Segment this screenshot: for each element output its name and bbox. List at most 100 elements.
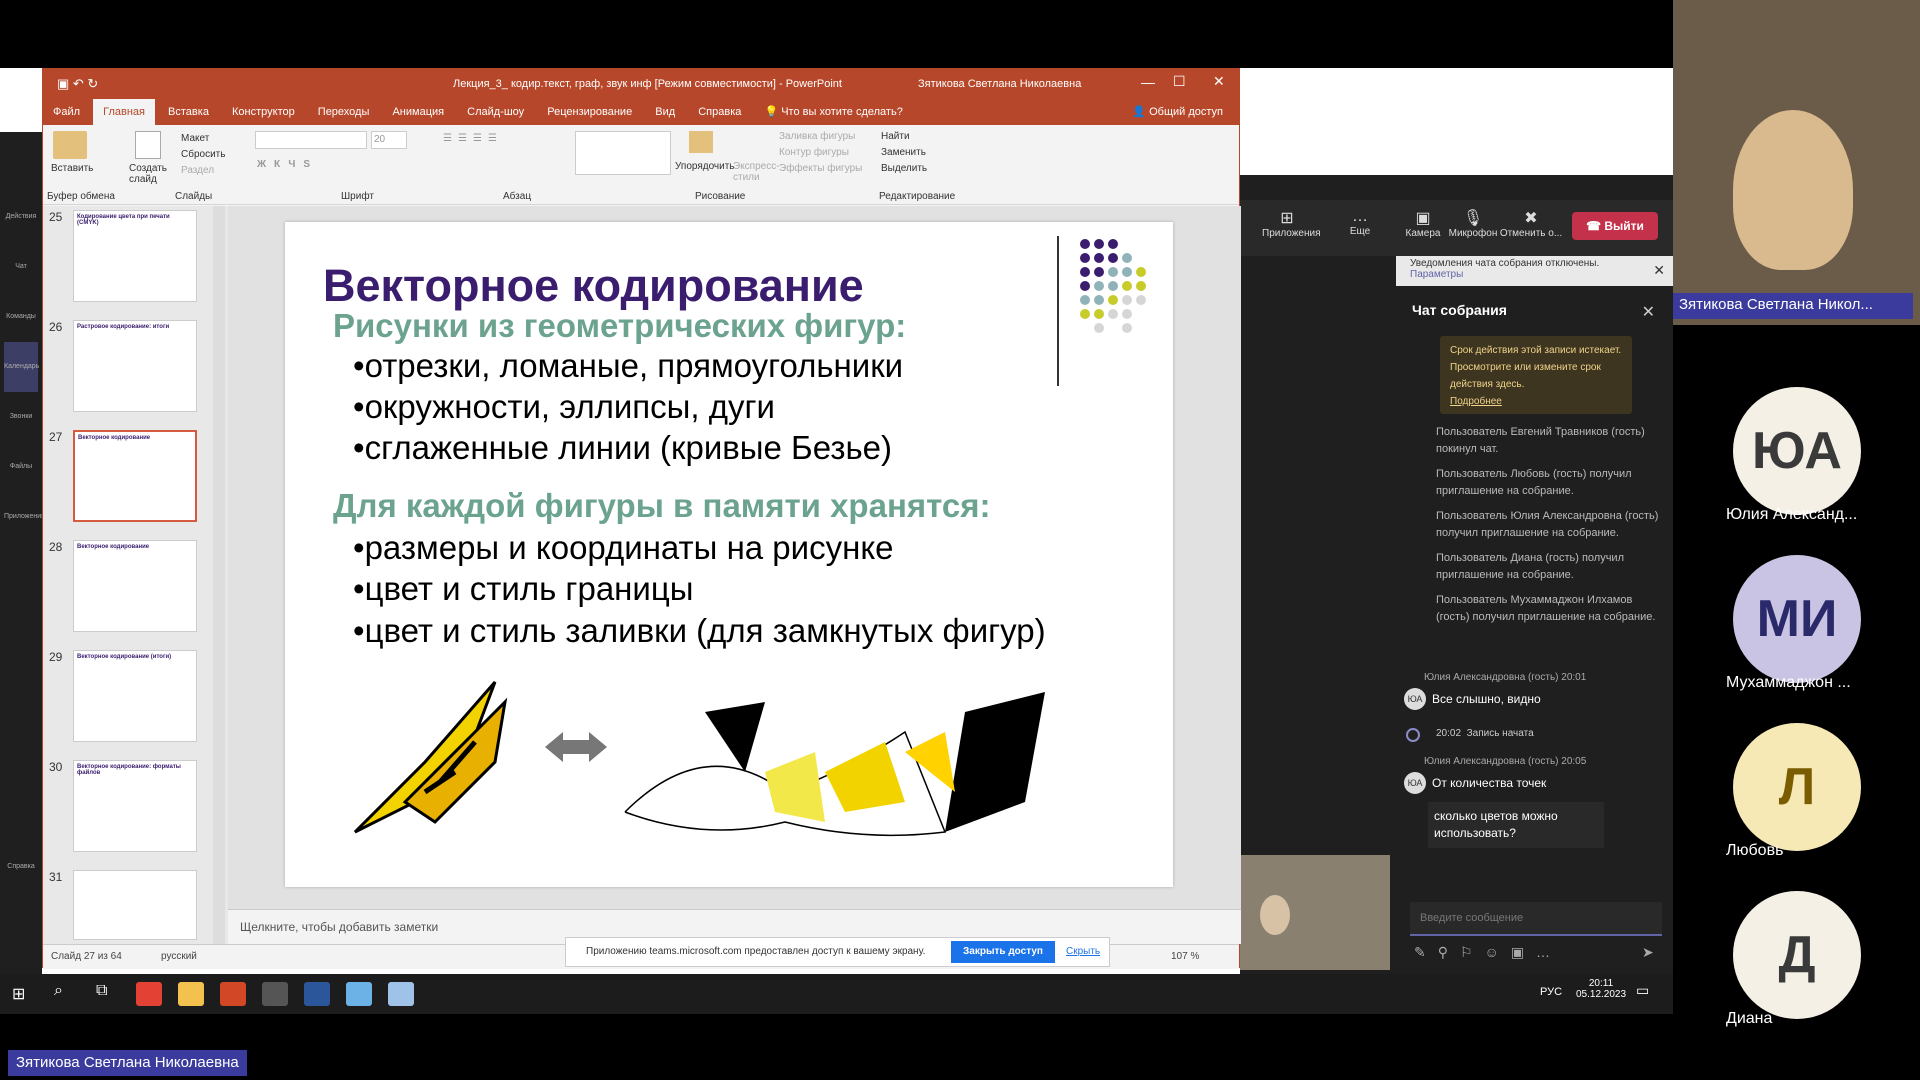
thumb-title: Векторное кодирование bbox=[78, 435, 151, 441]
shape-fill-button[interactable]: Заливка фигуры bbox=[779, 131, 855, 142]
select-button[interactable]: Выделить bbox=[881, 163, 927, 174]
tab-design[interactable]: Конструктор bbox=[222, 99, 305, 125]
zoom-level[interactable]: 107 % bbox=[1171, 951, 1199, 962]
font-format-buttons[interactable]: ЖКЧS bbox=[257, 159, 318, 170]
slide-thumbnail[interactable]: Кодирование цвета при печати (CMYK) bbox=[73, 210, 197, 302]
chrome-icon[interactable] bbox=[136, 982, 162, 1006]
tab-file[interactable]: Файл bbox=[43, 99, 90, 125]
close-icon[interactable]: ✕ bbox=[1653, 262, 1665, 279]
slide-thumbnail[interactable]: Векторное кодирование bbox=[73, 540, 197, 632]
presenter-name: Зятикова Светлана Никол... bbox=[1673, 293, 1913, 319]
rail-teams[interactable]: Команды bbox=[4, 292, 38, 342]
notes-placeholder: Щелкните, чтобы добавить заметки bbox=[240, 920, 439, 934]
message-input[interactable]: Введите сообщение bbox=[1410, 902, 1662, 936]
tab-insert[interactable]: Вставка bbox=[158, 99, 219, 125]
warning-link[interactable]: Подробнее bbox=[1450, 396, 1502, 407]
quick-styles-button[interactable]: Экспресс-стили bbox=[733, 161, 780, 183]
slide-thumbnail[interactable] bbox=[73, 870, 197, 940]
thumb-number: 27 bbox=[49, 430, 63, 444]
participant-avatar[interactable]: ЮА bbox=[1733, 387, 1861, 515]
reset-button[interactable]: Сбросить bbox=[181, 149, 225, 160]
tab-slideshow[interactable]: Слайд-шоу bbox=[457, 99, 534, 125]
save-icon[interactable]: ▣ ↶ ↻ bbox=[57, 76, 98, 92]
thumb-number: 30 bbox=[49, 760, 63, 774]
keyboard-language[interactable]: РУС bbox=[1540, 986, 1562, 998]
clock[interactable]: 20:11 05.12.2023 bbox=[1576, 978, 1626, 1000]
thumb-title: Растровое кодирование: итоги bbox=[77, 324, 170, 330]
windows-start-icon[interactable]: ⊞ bbox=[12, 984, 25, 1004]
share-button[interactable]: 👤 Общий доступ bbox=[1132, 99, 1223, 125]
font-name-field[interactable] bbox=[255, 131, 367, 149]
maximize-icon[interactable]: ☐ bbox=[1173, 73, 1186, 90]
app-icon[interactable] bbox=[262, 982, 288, 1006]
slide-thumbnail[interactable]: Векторное кодирование (итоги) bbox=[73, 650, 197, 742]
close-icon[interactable]: ✕ bbox=[1213, 73, 1225, 90]
participant-avatar[interactable]: Д bbox=[1733, 891, 1861, 1019]
participant-avatar[interactable]: МИ bbox=[1733, 555, 1861, 683]
arrange-button[interactable]: Упорядочить bbox=[675, 161, 735, 172]
rail-calendar[interactable]: Календарь bbox=[4, 342, 39, 392]
shapes-gallery[interactable] bbox=[575, 131, 671, 175]
slide-canvas[interactable]: Векторное кодирование Рисунки из геометр… bbox=[285, 222, 1173, 887]
rail-apps[interactable]: Приложения bbox=[4, 492, 45, 542]
compose-toolbar[interactable]: ✎⚲⚐☺▣… bbox=[1414, 944, 1562, 961]
more-button[interactable]: … Еще bbox=[1340, 208, 1380, 237]
rail-files[interactable]: Файлы bbox=[4, 442, 38, 492]
camera-button[interactable]: ▣ Камера bbox=[1400, 208, 1446, 239]
find-button[interactable]: Найти bbox=[881, 131, 910, 142]
replace-button[interactable]: Заменить bbox=[881, 147, 926, 158]
powerpoint-icon[interactable] bbox=[220, 982, 246, 1006]
stop-sharing-button[interactable]: Закрыть доступ bbox=[951, 941, 1055, 963]
thumbs-scrollbar[interactable] bbox=[213, 206, 225, 944]
shape-effects-button[interactable]: Эффекты фигуры bbox=[779, 163, 862, 174]
notice-text: Уведомления чата собрания отключены. bbox=[1410, 258, 1600, 269]
rail-activity[interactable]: Действия bbox=[4, 192, 38, 242]
app-icon[interactable] bbox=[346, 982, 372, 1006]
send-icon[interactable]: ➤ bbox=[1642, 944, 1654, 961]
clock-date: 05.12.2023 bbox=[1576, 989, 1627, 1000]
bullet-text: цвет и стиль границы bbox=[364, 570, 694, 607]
apps-button[interactable]: ⊞ Приложения bbox=[1262, 208, 1321, 239]
notice-settings-link[interactable]: Параметры bbox=[1410, 269, 1659, 280]
tab-animations[interactable]: Анимация bbox=[382, 99, 454, 125]
paragraph-buttons[interactable]: ☰☰☰☰ bbox=[443, 133, 503, 144]
task-view-icon[interactable]: ⧉ bbox=[96, 982, 107, 1000]
language-indicator[interactable]: русский bbox=[161, 951, 197, 962]
paste-button[interactable]: Вставить bbox=[51, 163, 93, 174]
divider bbox=[1057, 236, 1059, 386]
close-chat-icon[interactable]: ✕ bbox=[1642, 302, 1655, 322]
leave-button[interactable]: ☎ Выйти bbox=[1572, 212, 1658, 240]
participant-avatar[interactable]: Л bbox=[1733, 723, 1861, 851]
new-slide-icon[interactable] bbox=[135, 131, 161, 159]
mic-button[interactable]: 🎙 Микрофон bbox=[1448, 208, 1498, 239]
arrange-icon[interactable] bbox=[689, 131, 713, 153]
rail-calls[interactable]: Звонки bbox=[4, 392, 38, 442]
clipboard-icon[interactable] bbox=[53, 131, 87, 159]
bullet-text: сглаженные линии (кривые Безье) bbox=[364, 429, 892, 466]
slide-thumbnail-selected[interactable]: Векторное кодирование bbox=[73, 430, 197, 522]
tab-transitions[interactable]: Переходы bbox=[308, 99, 380, 125]
slide-thumbnail[interactable]: Векторное кодирование: форматы файлов bbox=[73, 760, 197, 852]
tab-help[interactable]: Справка bbox=[688, 99, 751, 125]
section-button[interactable]: Раздел bbox=[181, 165, 214, 176]
search-icon[interactable]: ⌕ bbox=[54, 982, 63, 1000]
tab-view[interactable]: Вид bbox=[645, 99, 685, 125]
shape-outline-button[interactable]: Контур фигуры bbox=[779, 147, 849, 158]
new-slide-button[interactable]: Создать слайд bbox=[129, 163, 169, 185]
tell-me-search[interactable]: 💡 Что вы хотите сделать? bbox=[754, 99, 912, 125]
layout-button[interactable]: Макет bbox=[181, 133, 209, 144]
word-icon[interactable] bbox=[304, 982, 330, 1006]
rail-chat[interactable]: Чат bbox=[4, 242, 38, 292]
bullet-item: •отрезки, ломаные, прямоугольники bbox=[353, 347, 904, 384]
minimize-icon[interactable]: — bbox=[1141, 74, 1155, 90]
font-size-field[interactable]: 20 bbox=[371, 131, 407, 149]
file-explorer-icon[interactable] bbox=[178, 982, 204, 1006]
hide-button[interactable]: Скрыть bbox=[1066, 946, 1100, 957]
notification-icon[interactable]: ▭ bbox=[1636, 982, 1649, 999]
app-icon[interactable] bbox=[388, 982, 414, 1006]
tab-home[interactable]: Главная bbox=[93, 99, 155, 125]
slide-thumbnail[interactable]: Растровое кодирование: итоги bbox=[73, 320, 197, 412]
stop-share-button[interactable]: ✖ Отменить о... bbox=[1498, 208, 1564, 239]
rail-help[interactable]: Справка bbox=[4, 842, 38, 892]
tab-review[interactable]: Рецензирование bbox=[537, 99, 642, 125]
